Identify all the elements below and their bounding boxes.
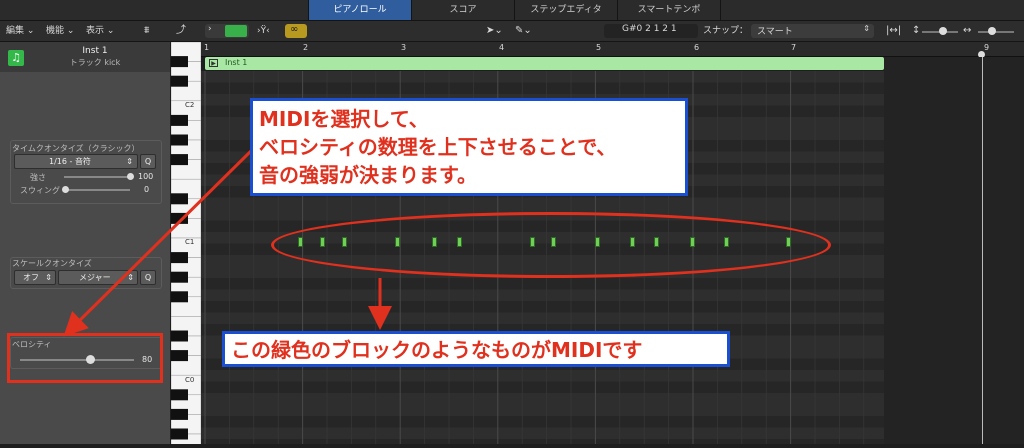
velocity-explanation-callout: MIDIを選択して、 ベロシティの数理を上下させることで、 音の強弱が決まります… [250,98,688,196]
callout-text: この緑色のブロックのようなものがMIDIです [231,338,643,362]
midi-explanation-callout: この緑色のブロックのようなものがMIDIです [222,331,730,367]
callout-line: 音の強弱が決まります。 [259,163,477,187]
annotation-arrows [63,148,392,337]
arrow-to-velocity [63,148,254,337]
callout-line: MIDIを選択して、 [259,107,429,131]
callout-line: ベロシティの数理を上下させることで、 [259,135,617,159]
